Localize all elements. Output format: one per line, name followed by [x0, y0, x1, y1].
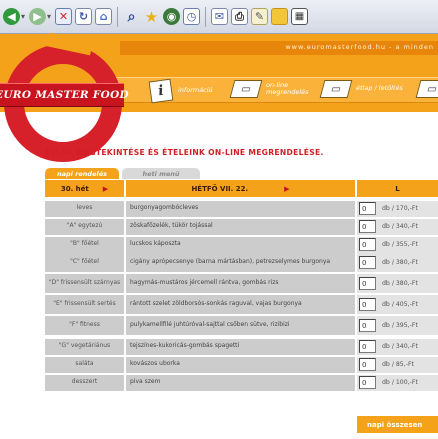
- row-quantity-cell: db / 395,-Ft: [357, 316, 438, 335]
- size-header: L: [357, 180, 438, 197]
- row-dish: burgonyagombócleves: [126, 200, 355, 217]
- history-icon[interactable]: ◷: [183, 8, 201, 25]
- row-category: "F" fitness: [45, 316, 124, 335]
- quantity-input[interactable]: [359, 238, 376, 251]
- row-category: "D" frissensült szárnyas: [45, 274, 124, 293]
- back-dropdown-icon[interactable]: ▾: [21, 12, 25, 21]
- tab-heti-menu[interactable]: heti menü: [122, 168, 200, 179]
- row-dish: lucskos káposzta: [126, 236, 355, 253]
- row-quantity-cell: db / 380,-Ft: [357, 274, 438, 293]
- menu-icon: ▭: [319, 80, 353, 98]
- row-quantity-cell: db / 355,-Ft: [357, 236, 438, 253]
- quantity-input[interactable]: [359, 256, 376, 269]
- nav-item-menu-download[interactable]: ▭ étlap / letöltés: [319, 80, 406, 98]
- row-dish: rántott szelet zöldborsós-sonkás raguval…: [126, 295, 355, 314]
- daily-total-label: napi összesen: [357, 416, 438, 433]
- media-icon[interactable]: ◉: [163, 8, 181, 25]
- nav-item-online-order[interactable]: ▭ on-line megrendelés: [229, 80, 316, 98]
- quantity-input[interactable]: [359, 319, 376, 332]
- nav-label: on-line megrendelés: [266, 80, 309, 96]
- row-category: "G" vegetáriánus: [45, 338, 124, 355]
- week-header: 30. hét ▶: [45, 180, 124, 197]
- site-url-text: www.euromasterfood.hu - a minden: [285, 43, 434, 51]
- quantity-input[interactable]: [359, 220, 376, 233]
- row-quantity-cell: db / 380,-Ft: [357, 253, 438, 272]
- forward-dropdown-icon[interactable]: ▾: [47, 12, 51, 21]
- favorites-icon[interactable]: ★: [143, 8, 160, 26]
- row-category: "A" egytezú: [45, 218, 124, 235]
- quantity-input[interactable]: [359, 376, 376, 389]
- next-week-icon[interactable]: ▶: [103, 185, 108, 193]
- mail-icon[interactable]: ✉: [211, 8, 229, 25]
- browser-toolbar: ◀ ▾ ▶ ▾ ✕ ↻ ⌂ ⌕ ★ ◉ ◷ ✉ ⎙ ✎ ▦: [0, 0, 438, 34]
- toolbar-separator: [205, 6, 207, 27]
- row-quantity-cell: db / 85,-Ft: [357, 356, 438, 373]
- week-label: 30. hét: [60, 184, 89, 193]
- toolbar-separator: [117, 6, 119, 27]
- row-quantity-cell: db / 340,-Ft: [357, 218, 438, 235]
- back-icon[interactable]: ◀: [3, 8, 20, 25]
- nav-label: étlap / letöltés: [356, 84, 403, 93]
- row-category: desszert: [45, 374, 124, 391]
- row-price: db / 395,-Ft: [382, 322, 418, 329]
- logo[interactable]: EURO MASTER FOOD: [0, 83, 129, 107]
- row-price: db / 380,-Ft: [382, 280, 418, 287]
- logo-text: EURO MASTER FOOD: [0, 89, 129, 101]
- refresh-icon[interactable]: ↻: [75, 8, 93, 25]
- row-category: "C" főétel: [45, 253, 124, 272]
- row-category: saláta: [45, 356, 124, 373]
- home-icon[interactable]: ⌂: [95, 8, 113, 25]
- row-dish: kovászos uborka: [126, 356, 355, 373]
- search-icon[interactable]: ⌕: [123, 8, 140, 25]
- row-price: db / 405,-Ft: [382, 301, 418, 308]
- print-icon[interactable]: ⎙: [231, 8, 249, 25]
- row-price: db / 100,-Ft: [382, 379, 418, 386]
- row-category: "E" frissensült sertés: [45, 295, 124, 314]
- next-day-icon[interactable]: ▶: [284, 185, 289, 193]
- row-price: db / 355,-Ft: [382, 241, 418, 248]
- row-dish: zöskafőzelék, tükör tojással: [126, 218, 355, 235]
- quantity-input[interactable]: [359, 298, 376, 311]
- row-dish: pulykamellfilé juhtúróval-sajttal csőben…: [126, 316, 355, 335]
- page-title: ÉTLAP MEGTEKINTÉSE ÉS ÉTELEINK ON-LINE M…: [45, 148, 324, 157]
- row-price: db / 340,-Ft: [382, 223, 418, 230]
- grid-icon[interactable]: ▦: [291, 8, 309, 25]
- quantity-input[interactable]: [359, 358, 376, 371]
- quantity-input[interactable]: [359, 202, 376, 215]
- row-dish: tejszínes-kukoricás-gombás spagetti: [126, 338, 355, 355]
- row-quantity-cell: db / 100,-Ft: [357, 374, 438, 391]
- row-quantity-cell: db / 405,-Ft: [357, 295, 438, 314]
- row-dish: hagymás-mustáros jércemell rántva, gombá…: [126, 274, 355, 293]
- row-quantity-cell: db / 340,-Ft: [357, 338, 438, 355]
- folder-icon[interactable]: [271, 8, 289, 25]
- row-price: db / 380,-Ft: [382, 259, 418, 266]
- more-icon: ▭: [415, 80, 438, 98]
- tab-napi-rendeles[interactable]: napi rendelés: [45, 168, 119, 179]
- edit-icon[interactable]: ✎: [251, 8, 269, 25]
- stop-icon[interactable]: ✕: [55, 8, 73, 25]
- row-dish: cigány aprópecsenye (barna mártásban), p…: [126, 253, 355, 272]
- nav-item-informacio[interactable]: i információ: [148, 78, 228, 104]
- quantity-input[interactable]: [359, 340, 376, 353]
- quantity-input[interactable]: [359, 277, 376, 290]
- row-category: leves: [45, 200, 124, 217]
- row-price: db / 85,-Ft: [382, 361, 414, 368]
- row-dish: piva szem: [126, 374, 355, 391]
- nav-item-more[interactable]: ▭: [415, 80, 438, 98]
- row-price: db / 170,-Ft: [382, 205, 418, 212]
- day-header: HÉTFŐ VII. 22. ▶: [126, 180, 355, 197]
- row-category: "B" főétel: [45, 236, 124, 253]
- info-icon: i: [148, 78, 174, 104]
- nav-label: információ: [178, 86, 213, 95]
- order-icon: ▭: [229, 80, 263, 98]
- row-quantity-cell: db / 170,-Ft: [357, 200, 438, 217]
- row-price: db / 340,-Ft: [382, 343, 418, 350]
- day-label: HÉTFŐ VII. 22.: [191, 184, 249, 193]
- forward-icon[interactable]: ▶: [29, 8, 47, 25]
